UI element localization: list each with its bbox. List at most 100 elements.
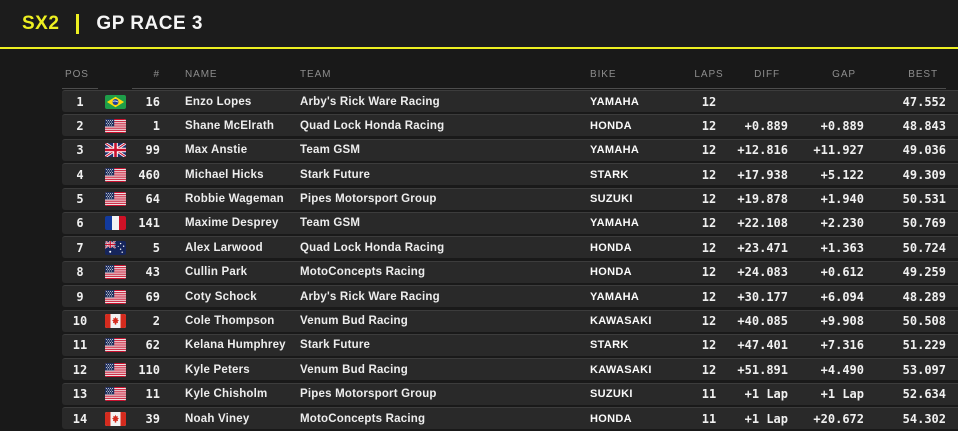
rider-number-cell: 16	[145, 94, 160, 109]
position-cell: 6	[76, 216, 84, 231]
best-cell: 50.531	[902, 192, 946, 207]
rider-name-cell: Kyle Chisholm	[185, 388, 268, 401]
best-cell: 52.634	[902, 387, 946, 402]
laps-cell: 12	[701, 216, 717, 231]
rider-number-cell: 460	[138, 167, 160, 182]
rider-name-cell: Alex Larwood	[185, 241, 263, 254]
gap-cell: +4.490	[820, 362, 864, 377]
position-cell: 11	[72, 338, 88, 353]
flag-australia-icon	[98, 240, 132, 255]
best-cell: 54.302	[902, 411, 946, 426]
best-cell: 47.552	[902, 94, 946, 109]
best-cell: 51.229	[902, 338, 946, 353]
team-cell: Arby's Rick Ware Racing	[300, 290, 440, 303]
diff-cell: +12.816	[737, 143, 788, 158]
gap-cell: +9.908	[820, 314, 864, 329]
bike-cell: YAMAHA	[590, 144, 640, 157]
flag-usa-icon	[98, 289, 132, 304]
table-header-row: POS # NAME TEAM BIKE LAPS DIFF GAP BEST	[62, 49, 958, 89]
team-cell: Venum Bud Racing	[300, 315, 408, 328]
rider-name-cell: Maxime Desprey	[185, 217, 279, 230]
laps-cell: 12	[701, 314, 717, 329]
bike-cell: HONDA	[590, 119, 632, 132]
position-cell: 14	[72, 411, 88, 426]
rider-number-cell: 62	[145, 338, 160, 353]
team-cell: MotoConcepts Racing	[300, 266, 426, 279]
diff-cell: +23.471	[737, 240, 788, 255]
team-cell: Stark Future	[300, 339, 371, 352]
flag-usa-icon	[98, 118, 132, 133]
table-row: 6 141 Maxime Desprey Team GSM YAMAHA 12 +22.10…	[62, 211, 958, 234]
table-row: 2 1 Shane McElrath Quad Lock Honda Racing H…	[62, 114, 958, 137]
gap-cell: +6.094	[820, 289, 864, 304]
team-cell: MotoConcepts Racing	[300, 412, 426, 425]
rider-number-cell: 5	[152, 240, 160, 255]
series-label: SX2	[22, 12, 60, 34]
col-header-bike: BIKE	[590, 69, 688, 89]
best-cell: 49.259	[902, 265, 946, 280]
diff-cell: +22.108	[737, 216, 788, 231]
gap-cell: +11.927	[813, 143, 864, 158]
table-row: 4 460 Michael Hicks Stark Future STARK 12 +17…	[62, 163, 958, 186]
gap-cell: +1 Lap	[820, 387, 864, 402]
position-cell: 4	[76, 167, 84, 182]
position-cell: 7	[76, 240, 84, 255]
laps-cell: 11	[701, 411, 717, 426]
gap-cell: +1.363	[820, 240, 864, 255]
col-header-pos: POS	[62, 69, 98, 89]
flag-uk-icon	[98, 143, 132, 158]
position-cell: 13	[72, 387, 88, 402]
topbar: SX2 GP RACE 3	[0, 0, 958, 47]
team-cell: Quad Lock Honda Racing	[300, 119, 445, 132]
team-cell: Pipes Motorsport Group	[300, 193, 437, 206]
diff-cell: +40.085	[737, 314, 788, 329]
diff-cell: +19.878	[737, 192, 788, 207]
position-cell: 10	[72, 314, 88, 329]
rider-number-cell: 43	[145, 265, 160, 280]
laps-cell: 12	[701, 192, 717, 207]
col-header-gap: GAP	[788, 69, 864, 89]
diff-cell: +51.891	[737, 362, 788, 377]
rider-name-cell: Cole Thompson	[185, 315, 275, 328]
best-cell: 48.843	[902, 118, 946, 133]
team-cell: Arby's Rick Ware Racing	[300, 95, 440, 108]
rider-number-cell: 110	[138, 362, 160, 377]
flag-usa-icon	[98, 265, 132, 280]
bike-cell: HONDA	[590, 241, 632, 254]
best-cell: 50.769	[902, 216, 946, 231]
bike-cell: YAMAHA	[590, 95, 640, 108]
bike-cell: YAMAHA	[590, 217, 640, 230]
team-cell: Stark Future	[300, 168, 371, 181]
gap-cell: +0.612	[820, 265, 864, 280]
rider-number-cell: 141	[138, 216, 160, 231]
diff-cell: +0.889	[744, 118, 788, 133]
flag-france-icon	[98, 216, 132, 231]
race-title: GP RACE 3	[96, 12, 203, 34]
team-cell: Team GSM	[300, 144, 361, 157]
laps-cell: 12	[701, 265, 717, 280]
rider-number-cell: 64	[145, 192, 160, 207]
rider-number-cell: 11	[145, 387, 160, 402]
best-cell: 50.724	[902, 240, 946, 255]
flag-usa-icon	[98, 387, 132, 402]
team-cell: Pipes Motorsport Group	[300, 388, 437, 401]
bike-cell: STARK	[590, 339, 629, 352]
flag-brazil-icon	[98, 94, 132, 109]
laps-cell: 12	[701, 289, 717, 304]
bike-cell: HONDA	[590, 412, 632, 425]
rider-name-cell: Robbie Wageman	[185, 193, 284, 206]
rider-number-cell: 99	[145, 143, 160, 158]
rider-number-cell: 69	[145, 289, 160, 304]
flag-usa-icon	[98, 192, 132, 207]
table-row: 3 99 Max Anstie Team GSM YAMAHA 12 +12.816 +11…	[62, 138, 958, 161]
team-cell: Quad Lock Honda Racing	[300, 241, 445, 254]
diff-cell: +1 Lap	[744, 387, 788, 402]
team-cell: Venum Bud Racing	[300, 363, 408, 376]
table-row: 8 43 Cullin Park MotoConcepts Racing HONDA 1…	[62, 260, 958, 283]
position-cell: 2	[76, 118, 84, 133]
rider-name-cell: Noah Viney	[185, 412, 250, 425]
race-results-screen: SX2 GP RACE 3 POS # NAME TEAM BIKE LAPS …	[0, 0, 958, 431]
laps-cell: 11	[701, 387, 717, 402]
col-header-num: #	[132, 69, 160, 89]
diff-cell: +17.938	[737, 167, 788, 182]
